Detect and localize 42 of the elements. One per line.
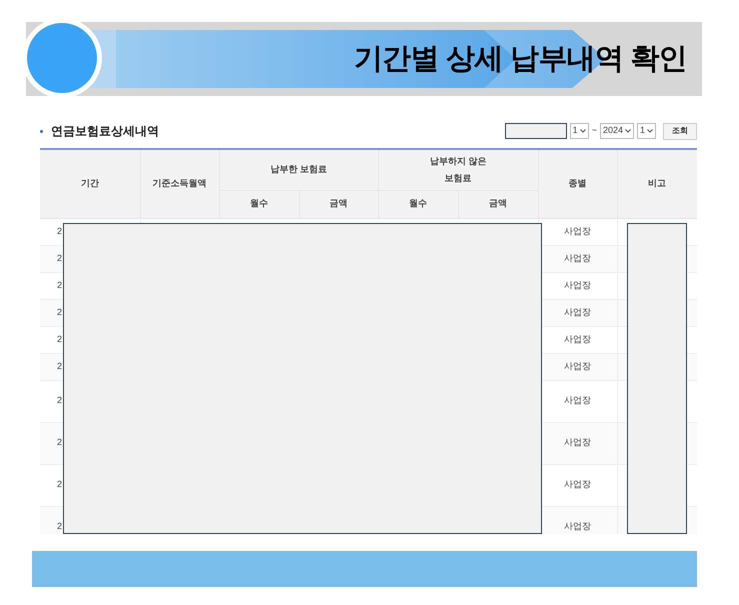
- table-cell: 2: [57, 479, 62, 490]
- column-header: 금액: [458, 190, 538, 218]
- year-month-select[interactable]: 1: [636, 123, 656, 139]
- table-cell: 사업장: [564, 280, 592, 290]
- table-cell: 사업장: [564, 334, 592, 344]
- column-header: 종별: [538, 150, 618, 218]
- column-header: 월수: [378, 190, 458, 218]
- column-header: 비고: [617, 150, 697, 218]
- column-header: 기준소득월액: [140, 150, 219, 218]
- chevron-down-icon: [624, 129, 631, 133]
- chevron-down-icon: [647, 129, 653, 133]
- table-cell: 2: [57, 334, 62, 344]
- table-cell: 사업장: [564, 437, 592, 448]
- table-cell: 2: [57, 226, 62, 236]
- search-button[interactable]: 조회: [663, 122, 697, 140]
- column-header: 금액: [299, 190, 378, 218]
- chevron-down-icon: [580, 129, 586, 133]
- table-cell: 사업장: [564, 306, 592, 317]
- table-cell: 2: [57, 437, 62, 448]
- table-cell: 2: [57, 280, 62, 290]
- table-cell: 2: [57, 521, 62, 532]
- bullet-icon: [40, 130, 43, 132]
- range-separator: ~: [592, 124, 597, 138]
- table-cell: 사업장: [564, 521, 592, 532]
- column-header: 납부하지 않은 보험료: [378, 150, 538, 190]
- table-cell: 2: [57, 252, 62, 263]
- column-header: 월수: [219, 190, 299, 218]
- year-month-select[interactable]: 2024: [600, 123, 634, 139]
- section-title: 연금보험료상세내역: [51, 123, 159, 140]
- column-header: 기간: [40, 150, 140, 218]
- table-cell: 사업장: [564, 479, 592, 490]
- table-cell: 사업장: [564, 360, 592, 371]
- table-cell: 2: [57, 395, 62, 406]
- table-cell: 사업장: [564, 252, 592, 263]
- column-header: 납부한 보험료: [219, 150, 378, 190]
- redaction-box: [504, 123, 567, 139]
- table-cell: 2: [57, 306, 62, 317]
- table-cell: 2: [57, 360, 62, 371]
- table-cell: 사업장: [564, 226, 592, 236]
- table-cell: 사업장: [564, 395, 592, 406]
- slide-title: 기간별 상세 납부내역 확인: [354, 42, 687, 77]
- year-month-select[interactable]: 1: [570, 123, 589, 139]
